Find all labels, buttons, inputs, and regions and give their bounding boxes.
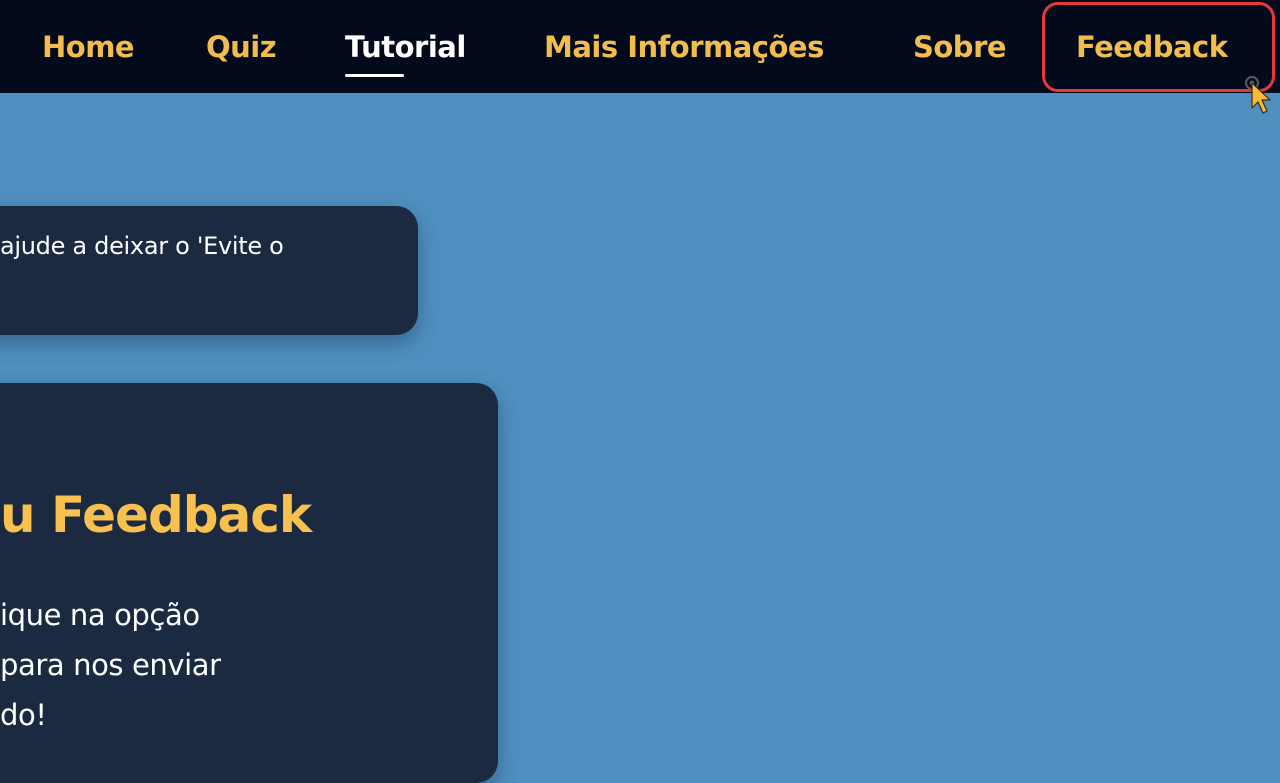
nav-home-link[interactable]: Home — [42, 28, 135, 68]
nav-quiz-link[interactable]: Quiz — [206, 28, 277, 68]
nav-mais-informacoes-link[interactable]: Mais Informações — [544, 28, 824, 68]
feedback-card-line: para nos enviar — [0, 648, 221, 682]
top-navbar: Home Quiz Tutorial Mais Informações Sobr… — [0, 0, 1280, 93]
feedback-card — [0, 383, 498, 783]
active-tab-underline — [345, 74, 404, 77]
nav-feedback-link[interactable]: Feedback — [1076, 28, 1228, 68]
info-card-text: ajude a deixar o 'Evite o — [0, 232, 284, 260]
nav-tutorial-link[interactable]: Tutorial — [345, 28, 466, 68]
feedback-card-title: u Feedback — [0, 486, 312, 544]
feedback-card-line: do! — [0, 698, 47, 732]
pointer-cursor-icon — [1245, 76, 1271, 114]
nav-sobre-link[interactable]: Sobre — [913, 28, 1007, 68]
feedback-card-line: ique na opção — [0, 598, 200, 632]
info-card: ajude a deixar o 'Evite o — [0, 206, 418, 335]
